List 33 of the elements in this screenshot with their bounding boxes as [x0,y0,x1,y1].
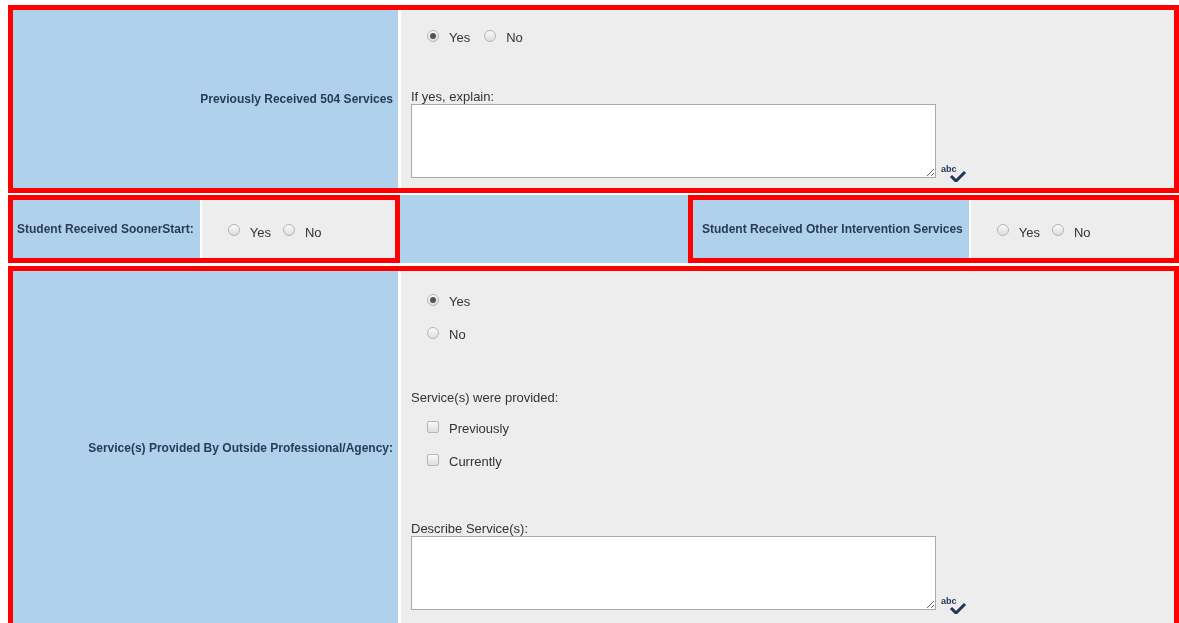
field-label: Service(s) were provided: [411,390,560,405]
radio-button[interactable] [1051,224,1064,236]
field-label: If yes, explain: [411,89,496,104]
radio-button[interactable] [427,326,439,339]
question-label: Service(s) Provided By Outside Professional/Agency: [88,441,393,455]
option-label: Currently [449,454,502,469]
radio-button[interactable] [484,29,497,42]
option-label: No [304,224,322,240]
option-label: No [506,30,523,45]
question-label: Student Received SoonerStart: [17,222,194,236]
radio-button[interactable] [282,224,295,236]
checkbox[interactable] [427,420,439,433]
radio-button[interactable] [996,224,1009,236]
option-label: No [1073,224,1091,240]
radio-button[interactable] [227,224,240,236]
spellcheck-button[interactable]: abc [940,596,968,614]
option-label: Previously [449,421,509,436]
option-label: Yes [249,224,271,240]
check-icon [949,602,967,614]
text-area[interactable] [411,536,936,610]
option-label: Yes [449,294,471,309]
text-area[interactable] [411,104,936,178]
option-label: Yes [1018,224,1040,240]
question-label: Student Received Other Intervention Services [702,222,963,236]
option-label: Yes [449,30,471,45]
field-label: Describe Service(s): [411,521,530,536]
spellcheck-button[interactable]: abc [940,164,968,182]
question-label: Previously Received 504 Services [200,92,393,106]
radio-button[interactable] [427,29,439,42]
radio-button[interactable] [427,293,439,306]
option-label: No [449,327,466,342]
check-icon [949,170,967,182]
checkbox[interactable] [427,453,439,466]
